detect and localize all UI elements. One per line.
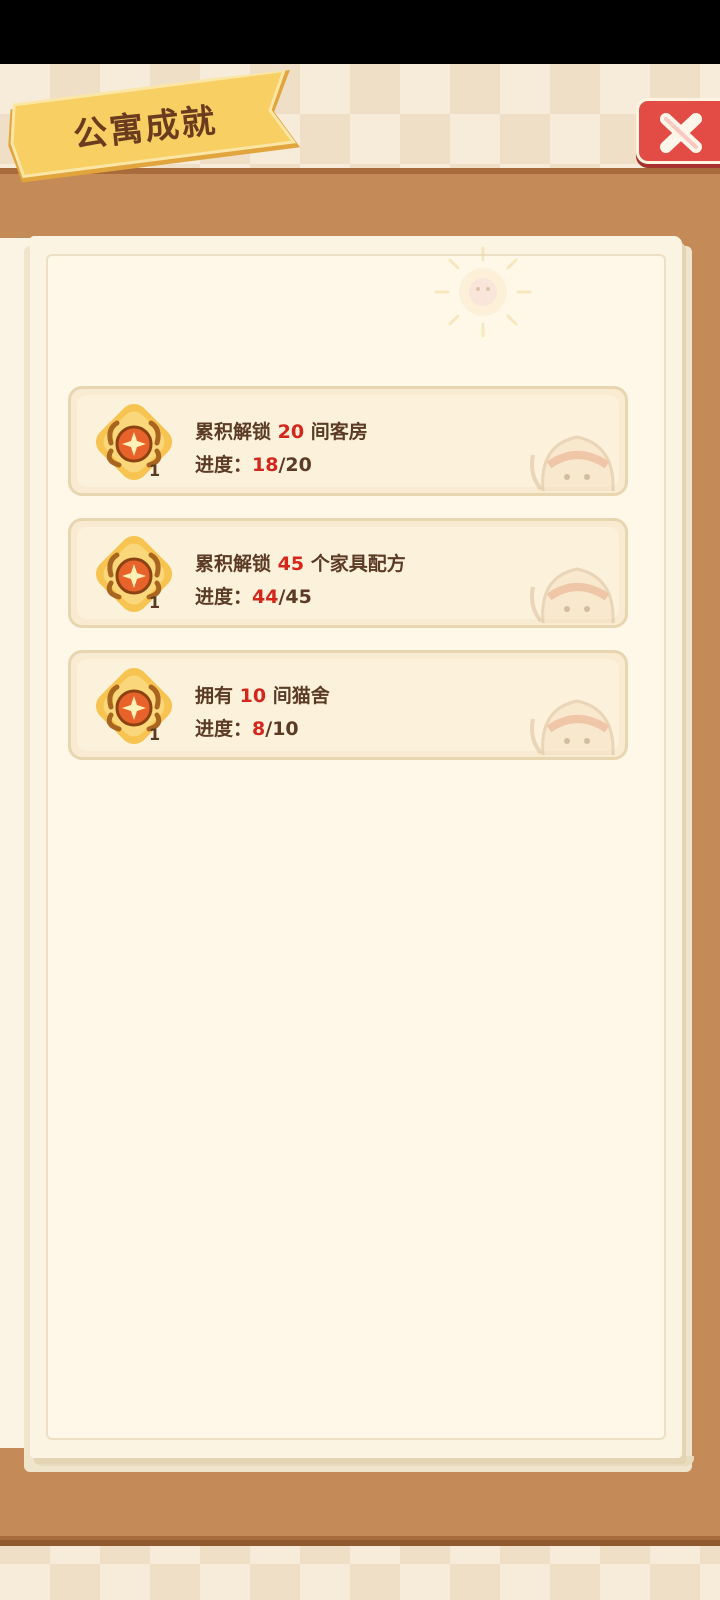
- badge-count: 1: [149, 725, 161, 744]
- title-number: 10: [239, 685, 267, 707]
- progress-label: 进度：: [195, 586, 253, 608]
- laurel-medal-icon: [95, 667, 173, 745]
- title-number: 20: [277, 421, 305, 443]
- achievement-card: 1 拥有 10 间猫舍 进度：8/10: [68, 650, 628, 760]
- progress-total: /45: [278, 586, 312, 608]
- badge-count: 1: [149, 461, 161, 480]
- progress-label: 进度：: [195, 454, 253, 476]
- achievement-title: 累积解锁 20 间客房: [195, 417, 368, 444]
- title-suffix: 间客房: [304, 421, 368, 443]
- title-prefix: 累积解锁: [195, 553, 278, 575]
- progress-current: 18: [252, 454, 279, 476]
- laurel-medal-icon: [95, 403, 173, 481]
- cat-icon: [530, 699, 615, 756]
- cat-icon: [530, 435, 615, 492]
- cat-icon: [530, 567, 615, 624]
- achievement-card: 1 累积解锁 45 个家具配方 进度：44/45: [68, 518, 628, 628]
- achievement-card: 1 累积解锁 20 间客房 进度：18/20: [68, 386, 628, 496]
- progress-total: /10: [265, 718, 299, 740]
- progress-current: 44: [252, 586, 279, 608]
- progress-total: /20: [278, 454, 312, 476]
- achievement-title: 累积解锁 45 个家具配方: [195, 549, 406, 576]
- status-bar: [0, 0, 720, 64]
- badge-count: 1: [149, 593, 161, 612]
- achievement-progress: 进度：8/10: [195, 714, 299, 741]
- title-suffix: 间猫舍: [266, 685, 330, 707]
- achievement-progress: 进度：18/20: [195, 450, 312, 477]
- achievement-progress: 进度：44/45: [195, 582, 312, 609]
- title-prefix: 累积解锁: [195, 421, 278, 443]
- title-number: 45: [277, 553, 305, 575]
- sun-icon: [434, 246, 532, 338]
- close-x-icon: [660, 113, 702, 153]
- board-bottom-strip: [0, 1540, 720, 1546]
- title-suffix: 个家具配方: [304, 553, 406, 575]
- title-prefix: 拥有: [195, 685, 240, 707]
- laurel-medal-icon: [95, 535, 173, 613]
- progress-current: 8: [252, 718, 266, 740]
- close-button[interactable]: [636, 98, 720, 164]
- progress-label: 进度：: [195, 718, 253, 740]
- achievement-title: 拥有 10 间猫舍: [195, 681, 330, 708]
